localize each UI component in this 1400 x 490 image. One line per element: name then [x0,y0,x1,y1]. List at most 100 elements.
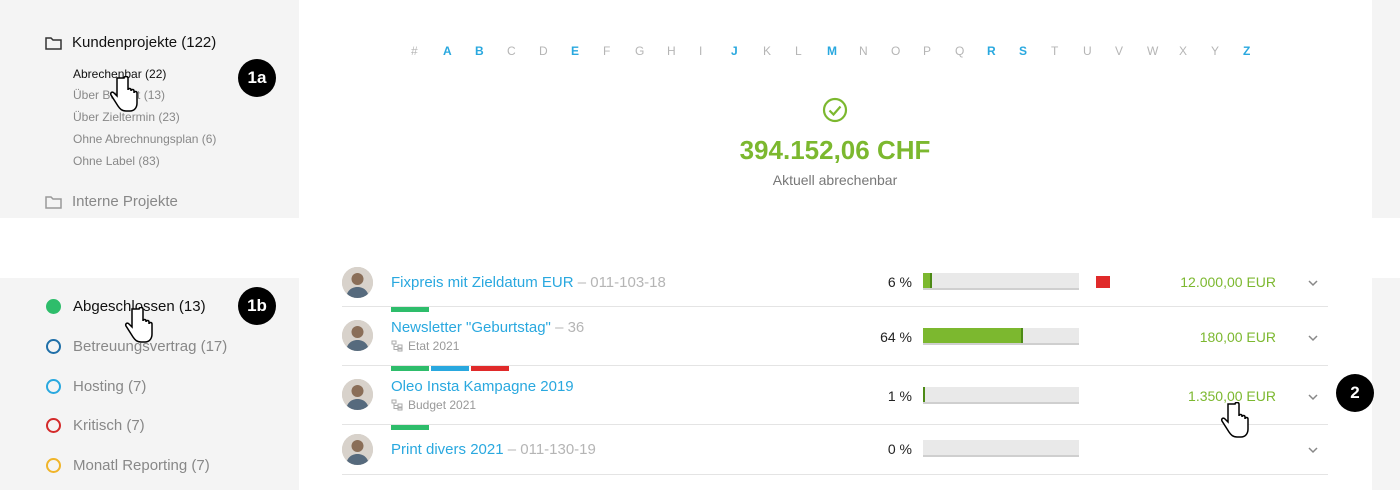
alphabet-letter[interactable]: I [699,44,731,58]
alphabet-letter[interactable]: G [635,44,667,58]
project-title[interactable]: Fixpreis mit Zieldatum EUR – 011-103-18 [391,274,666,291]
label-tag [471,366,509,371]
row-divider [342,424,1328,425]
alphabet-letter[interactable]: D [539,44,571,58]
step-badge-1a: 1a [238,59,276,97]
label-tag [391,366,429,371]
progress-bar-fill [923,387,925,402]
alphabet-letter[interactable]: U [1083,44,1115,58]
progress-percent: 0 % [887,441,912,457]
alphabet-letter[interactable]: X [1179,44,1211,58]
alphabet-letter[interactable]: # [411,44,443,58]
chevron-down-icon[interactable] [1306,390,1320,404]
alphabet-letter[interactable]: O [891,44,923,58]
budget-label: Budget 2021 [408,398,477,412]
hierarchy-icon [391,399,403,411]
chevron-down-icon[interactable] [1306,443,1320,457]
alphabet-letter[interactable]: T [1051,44,1083,58]
row-divider [342,474,1328,475]
project-name[interactable]: Print divers 2021 [391,441,504,458]
project-code: – 011-130-19 [507,441,596,458]
step-badge-2: 2 [1336,374,1374,412]
project-budget: Etat 2021 [391,339,459,353]
status-filter-item[interactable]: Kritisch (7) [46,417,145,434]
status-label: Hosting (7) [73,378,147,395]
alphabet-letter[interactable]: J [731,44,763,58]
check-circle-icon [822,97,848,123]
progress-percent: 1 % [887,388,912,404]
project-code: – 011-103-18 [577,274,666,291]
status-filter-item[interactable]: Monatl Reporting (7) [46,457,210,474]
right-gutter-top [1372,0,1400,218]
alphabet-letter[interactable]: P [923,44,955,58]
avatar [342,320,373,351]
alphabet-letter[interactable]: L [795,44,827,58]
alphabet-letter[interactable]: A [443,44,475,58]
filter-ohne-label[interactable]: Ohne Label (83) [73,154,160,168]
project-name[interactable]: Fixpreis mit Zieldatum EUR [391,274,574,291]
budget-label: Etat 2021 [408,339,460,353]
alphabet-letter[interactable]: R [987,44,1019,58]
alphabet-letter[interactable]: B [475,44,507,58]
status-dot-icon [46,418,61,433]
alphabet-filter: # A B C D E F G H I J K L M N O P Q R S T U V W X Y Z [411,44,1275,58]
alphabet-letter[interactable]: C [507,44,539,58]
billable-amount: 394.152,06 CHF [739,135,931,165]
right-gutter-bottom [1372,278,1400,490]
hand-cursor-icon [110,76,138,112]
alphabet-letter[interactable]: H [667,44,699,58]
folder-kundenprojekte[interactable]: Kundenprojekte (122) [45,34,216,51]
project-title[interactable]: Newsletter "Geburtstag" – 36 [391,319,584,336]
billable-amount-label: Aktuell abrechenbar [772,172,898,188]
alphabet-letter[interactable]: Y [1211,44,1243,58]
progress-bar [923,273,1079,290]
avatar [342,267,373,298]
progress-bar [923,440,1079,457]
chevron-down-icon[interactable] [1306,276,1320,290]
filter-ohne-abrechnungsplan[interactable]: Ohne Abrechnungsplan (6) [73,132,216,146]
alphabet-letter[interactable]: E [571,44,603,58]
status-dot-icon [46,339,61,354]
progress-percent: 6 % [887,274,912,290]
alphabet-letter[interactable]: Q [955,44,987,58]
alphabet-letter[interactable]: W [1147,44,1179,58]
alphabet-letter[interactable]: V [1115,44,1147,58]
project-name[interactable]: Newsletter "Geburtstag" [391,319,551,336]
status-dot-icon [46,299,61,314]
project-sidebar-top [0,0,299,218]
hand-cursor-icon [1221,402,1249,438]
project-title[interactable]: Print divers 2021 – 011-130-19 [391,441,596,458]
row-divider [342,306,1328,307]
project-name[interactable]: Oleo Insta Kampagne 2019 [391,378,574,395]
progress-bar [923,387,1079,404]
status-dot-icon [46,458,61,473]
gift-icon [1096,276,1110,288]
hierarchy-icon [391,340,403,352]
project-code: – 36 [555,319,585,336]
alphabet-letter[interactable]: K [763,44,795,58]
label-tag [391,425,429,430]
chevron-down-icon[interactable] [1306,331,1320,345]
billable-amount-cell[interactable]: 180,00 EUR [1096,329,1276,345]
status-filter-item[interactable]: Hosting (7) [46,378,146,395]
progress-bar-fill [923,273,933,288]
label-tag [431,366,469,371]
alphabet-letter[interactable]: S [1019,44,1051,58]
folder-icon [45,36,62,50]
project-title[interactable]: Oleo Insta Kampagne 2019 [391,378,574,395]
folder-label: Kundenprojekte (122) [72,34,217,51]
project-budget: Budget 2021 [391,398,476,412]
progress-bar-fill [923,328,1023,343]
avatar [342,434,373,465]
status-label: Kritisch (7) [73,417,145,434]
alphabet-letter[interactable]: F [603,44,635,58]
folder-label: Interne Projekte [72,193,178,210]
hand-cursor-icon [125,307,153,343]
alphabet-letter[interactable]: N [859,44,891,58]
avatar [342,379,373,410]
step-badge-1b: 1b [238,287,276,325]
folder-interne-projekte[interactable]: Interne Projekte [45,193,178,210]
billable-amount-cell[interactable]: 12.000,00 EUR [1096,274,1276,290]
alphabet-letter[interactable]: Z [1243,44,1275,58]
alphabet-letter[interactable]: M [827,44,859,58]
